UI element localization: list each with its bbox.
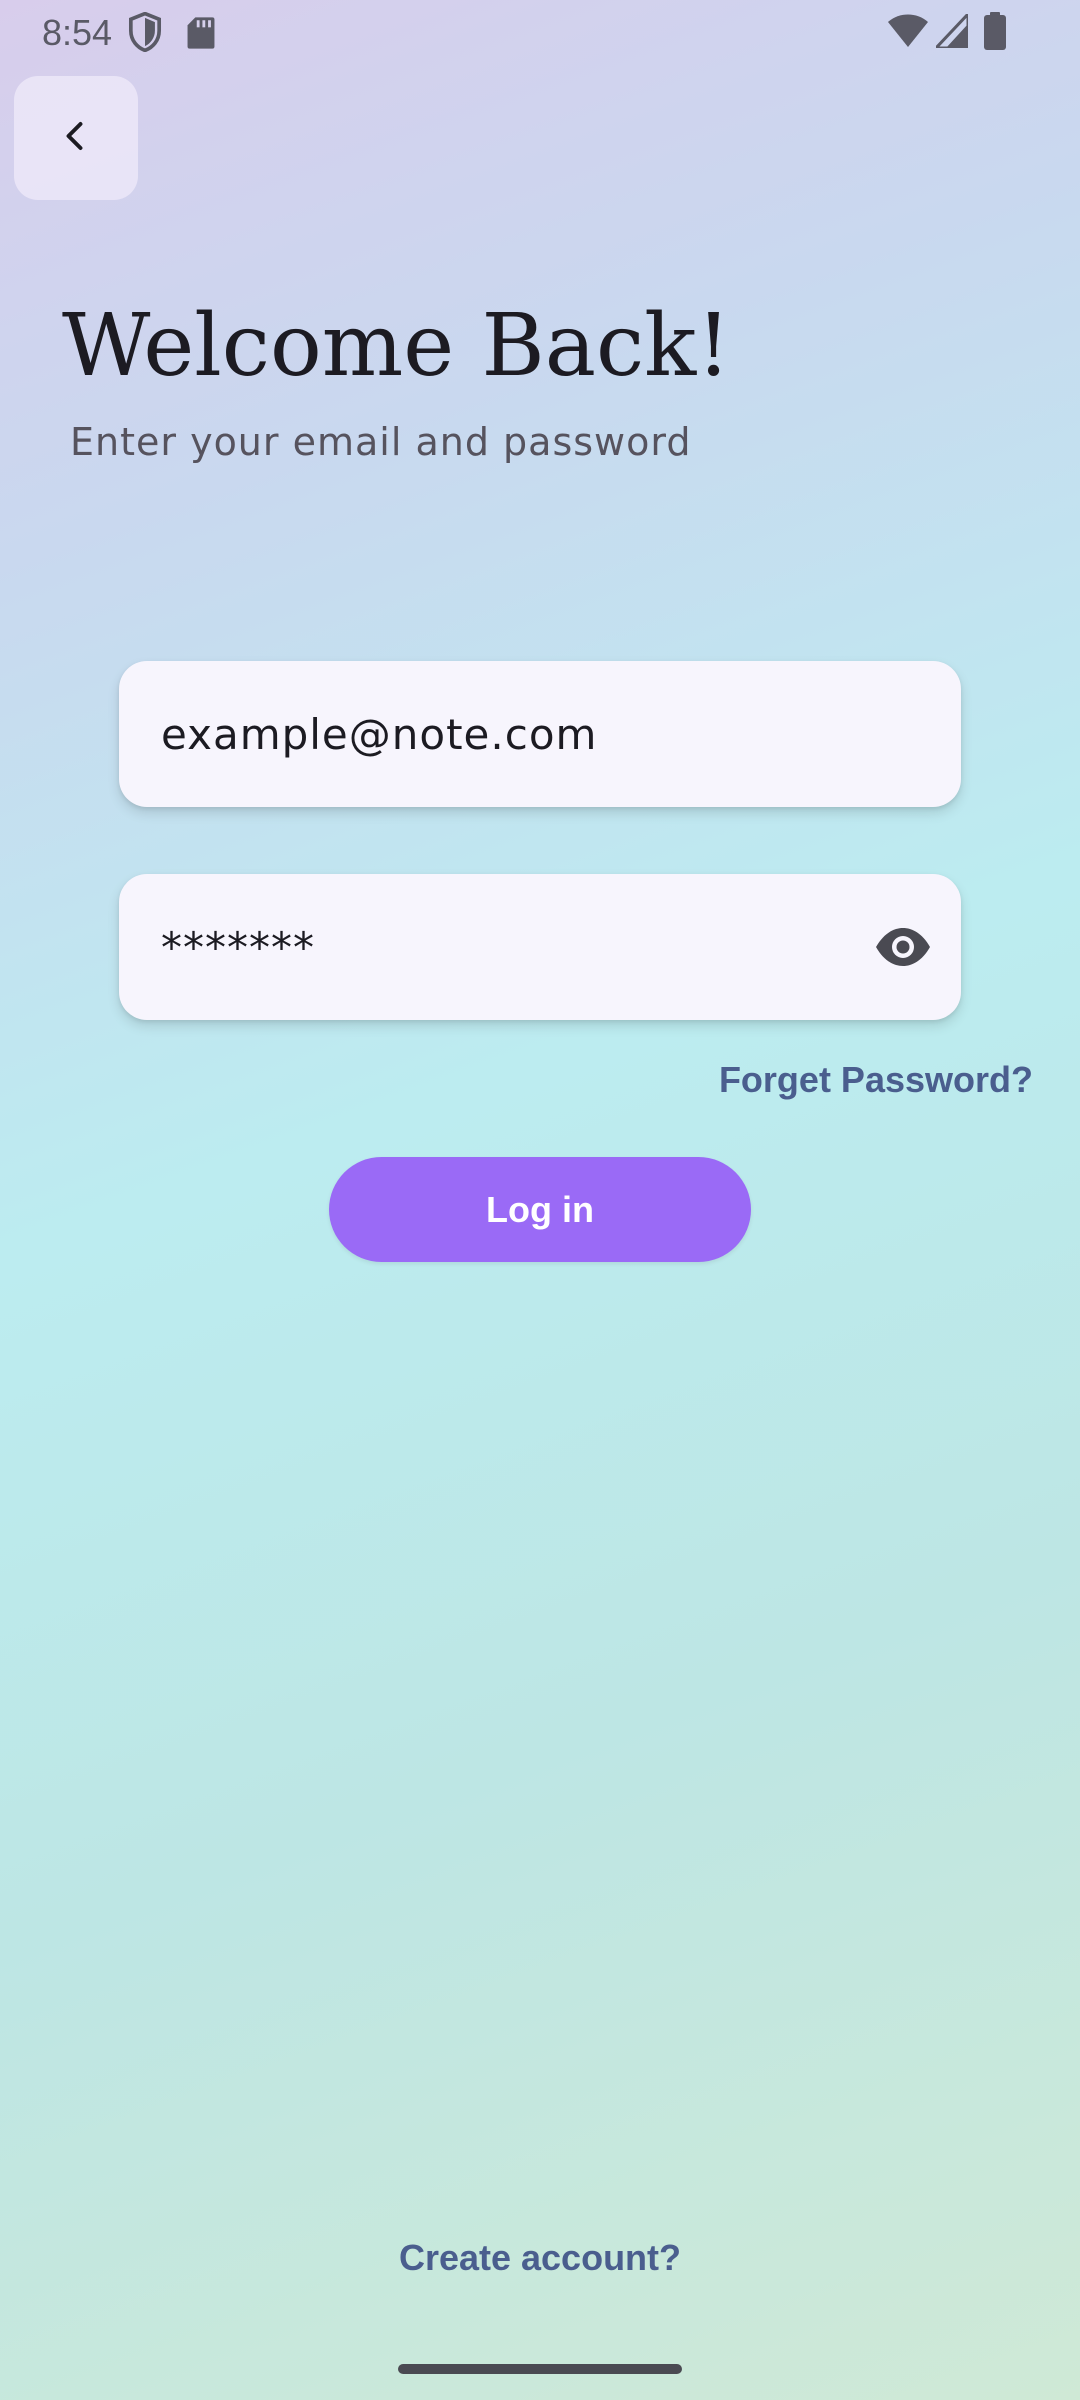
email-field[interactable]: [119, 661, 961, 807]
status-bar: 8:54: [0, 0, 1080, 64]
home-indicator[interactable]: [398, 2364, 682, 2374]
back-button[interactable]: [14, 76, 138, 200]
password-input[interactable]: [161, 874, 861, 1020]
battery-icon: [984, 12, 1006, 55]
password-field[interactable]: [119, 874, 961, 1020]
forgot-password-link[interactable]: Forget Password?: [719, 1059, 1033, 1101]
status-time: 8:54: [42, 12, 113, 53]
eye-icon[interactable]: [873, 917, 933, 977]
cellular-signal-icon: [932, 10, 970, 53]
wifi-icon: [888, 14, 928, 53]
create-account-link[interactable]: Create account?: [0, 2237, 1080, 2279]
chevron-left-icon: [58, 118, 94, 159]
sd-card-icon: [186, 16, 216, 55]
page-title: Welcome Back!: [62, 296, 731, 396]
shield-icon: [128, 11, 162, 57]
login-button[interactable]: Log in: [329, 1157, 751, 1262]
page-subtitle: Enter your email and password: [70, 420, 692, 464]
email-input[interactable]: [161, 661, 861, 807]
